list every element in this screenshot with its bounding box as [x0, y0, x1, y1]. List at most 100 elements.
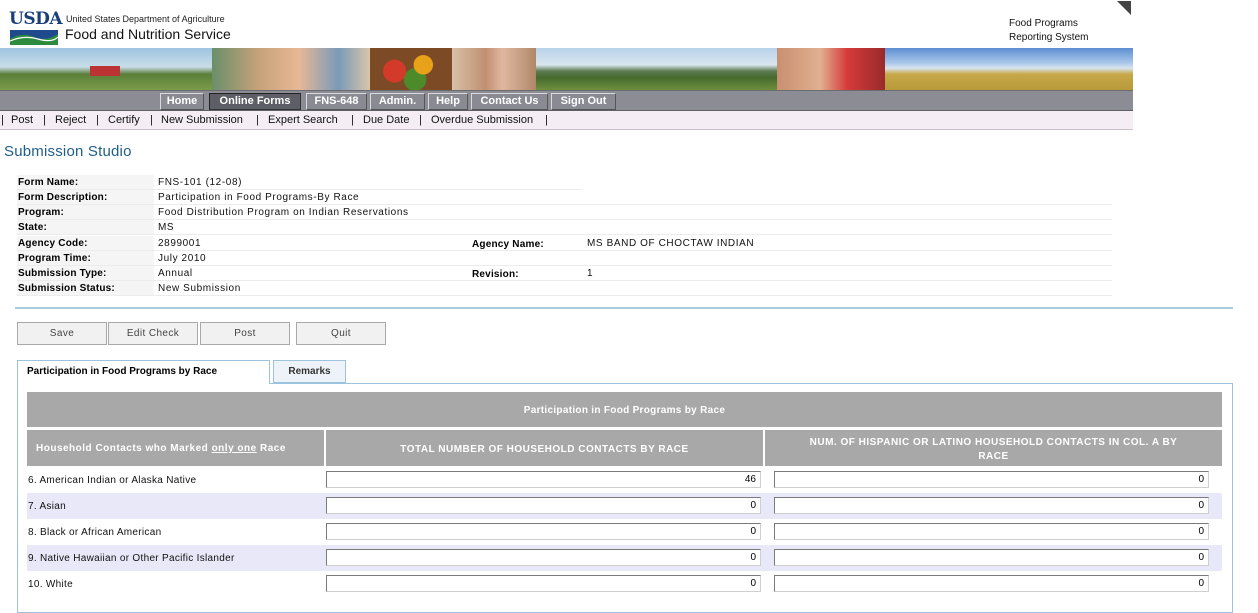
nav-home[interactable]: Home — [160, 93, 204, 110]
subnav-separator: | — [351, 114, 354, 126]
row-label: 8. Black or African American — [28, 527, 162, 538]
submission-status-value: New Submission — [158, 283, 241, 294]
banner-photo-produce — [370, 48, 452, 90]
info-row-form-description: Form Description: Participation in Food … — [17, 190, 1112, 205]
hispanic-contacts-input[interactable] — [774, 497, 1209, 514]
submission-status-label: Submission Status: — [18, 283, 115, 294]
hispanic-contacts-input[interactable] — [774, 471, 1209, 488]
agency-name-label: Agency Name: — [472, 239, 544, 250]
total-contacts-input[interactable] — [326, 575, 761, 592]
info-row-form-name: Form Name: FNS-101 (12-08) — [17, 175, 1112, 190]
table-row: 8. Black or African American — [27, 519, 1222, 545]
submission-type-label: Submission Type: — [18, 268, 107, 279]
col-header-hispanic: NUM. OF HISPANIC OR LATINO HOUSEHOLD CON… — [765, 430, 1222, 466]
row-label: 10. White — [28, 579, 73, 590]
subnav-expert-search[interactable]: Expert Search — [268, 114, 338, 126]
tab-participation[interactable]: Participation in Food Programs by Race — [17, 360, 270, 384]
nav-sign-out[interactable]: Sign Out — [551, 93, 616, 110]
grid-title: Participation in Food Programs by Race — [27, 392, 1222, 427]
usda-logo-swoosh-icon — [10, 30, 58, 45]
system-name: Food Programs Reporting System — [1009, 17, 1109, 45]
site-header: USDA United States Department of Agricul… — [0, 0, 1133, 48]
subnav-new-submission[interactable]: New Submission — [161, 114, 243, 126]
subnav-separator: | — [545, 114, 548, 126]
subnav-separator: | — [43, 114, 46, 126]
row-label: 7. Asian — [28, 501, 66, 512]
hispanic-contacts-input[interactable] — [774, 523, 1209, 540]
tab-remarks[interactable]: Remarks — [273, 360, 346, 383]
post-button[interactable]: Post — [200, 322, 290, 345]
total-contacts-input[interactable] — [326, 471, 761, 488]
subnav-due-date[interactable]: Due Date — [363, 114, 409, 126]
banner-photo-family — [212, 48, 370, 90]
edit-check-button[interactable]: Edit Check — [108, 322, 198, 345]
photo-banner — [0, 48, 1133, 90]
nav-help[interactable]: Help — [428, 93, 468, 110]
form-description-label: Form Description: — [18, 192, 108, 203]
agency-code-value: 2899001 — [158, 238, 202, 249]
form-name-label: Form Name: — [18, 177, 79, 188]
banner-photo-field — [885, 48, 1133, 90]
hispanic-contacts-input[interactable] — [774, 575, 1209, 592]
col-header-race-emphasis: only one — [211, 443, 257, 454]
program-time-value: July 2010 — [158, 253, 207, 264]
total-contacts-input[interactable] — [326, 523, 761, 540]
subnav-post[interactable]: Post — [11, 114, 33, 126]
row-label: 6. American Indian or Alaska Native — [28, 475, 197, 486]
section-divider — [15, 307, 1233, 309]
nav-contact-us[interactable]: Contact Us — [471, 93, 548, 110]
action-subnav: | Post | Reject | Certify | New Submissi… — [0, 111, 1133, 130]
subnav-overdue-submission[interactable]: Overdue Submission — [431, 114, 533, 126]
system-name-line1: Food Programs — [1009, 18, 1078, 29]
state-value: MS — [158, 222, 175, 233]
total-contacts-input[interactable] — [326, 497, 761, 514]
info-row-state: State: MS — [17, 220, 1112, 235]
main-nav: Home Online Forms FNS-648 Admin. Help Co… — [0, 90, 1133, 111]
department-name: United States Department of Agriculture — [66, 14, 225, 24]
system-name-line2: Reporting System — [1009, 32, 1089, 43]
barn-shape — [90, 66, 120, 76]
table-row: 9. Native Hawaiian or Other Pacific Isla… — [27, 545, 1222, 571]
row-divider — [17, 234, 1112, 235]
usda-logo[interactable]: USDA — [9, 9, 63, 45]
agency-name-value: MS BAND OF CHOCTAW INDIAN — [587, 238, 755, 249]
revision-label: Revision: — [472, 269, 519, 280]
nav-admin[interactable]: Admin. — [370, 93, 425, 110]
info-row-program-time: Program Time: July 2010 — [17, 251, 1112, 266]
subnav-reject[interactable]: Reject — [55, 114, 86, 126]
program-label: Program: — [18, 207, 65, 218]
col-header-total: TOTAL NUMBER OF HOUSEHOLD CONTACTS BY RA… — [326, 430, 763, 466]
subnav-separator: | — [1, 114, 4, 126]
subnav-separator: | — [256, 114, 259, 126]
total-contacts-input[interactable] — [326, 549, 761, 566]
submission-type-value: Annual — [158, 268, 193, 279]
program-value: Food Distribution Program on Indian Rese… — [158, 207, 409, 218]
form-name-value: FNS-101 (12-08) — [158, 177, 243, 188]
info-row-program: Program: Food Distribution Program on In… — [17, 205, 1112, 220]
info-row-submission-type: Submission Type: Annual Revision: 1 — [17, 266, 1112, 281]
nav-online-forms[interactable]: Online Forms — [209, 93, 301, 110]
row-label: 9. Native Hawaiian or Other Pacific Isla… — [28, 553, 235, 564]
hispanic-contacts-input[interactable] — [774, 549, 1209, 566]
info-row-agency: Agency Code: 2899001 Agency Name: MS BAN… — [17, 236, 1112, 251]
table-row: 7. Asian — [27, 493, 1222, 519]
state-label: State: — [18, 222, 47, 233]
col-header-race-suffix: Race — [256, 443, 286, 454]
banner-photo-shopping — [452, 48, 536, 90]
banner-photo-mountain — [536, 48, 777, 90]
program-time-label: Program Time: — [18, 253, 91, 264]
subnav-separator: | — [150, 114, 153, 126]
table-row: 6. American Indian or Alaska Native — [27, 467, 1222, 493]
agency-name: Food and Nutrition Service — [65, 26, 231, 42]
usda-logo-text: USDA — [9, 9, 63, 29]
revision-value: 1 — [587, 268, 594, 279]
quit-button[interactable]: Quit — [296, 322, 386, 345]
nav-fns-648[interactable]: FNS-648 — [306, 93, 367, 110]
info-row-submission-status: Submission Status: New Submission — [17, 281, 1112, 296]
form-description-value: Participation in Food Programs-By Race — [158, 192, 360, 203]
subnav-separator: | — [419, 114, 422, 126]
subnav-separator: | — [96, 114, 99, 126]
subnav-certify[interactable]: Certify — [108, 114, 140, 126]
col-header-race: Household Contacts who Marked only one R… — [27, 430, 324, 466]
save-button[interactable]: Save — [17, 322, 107, 345]
